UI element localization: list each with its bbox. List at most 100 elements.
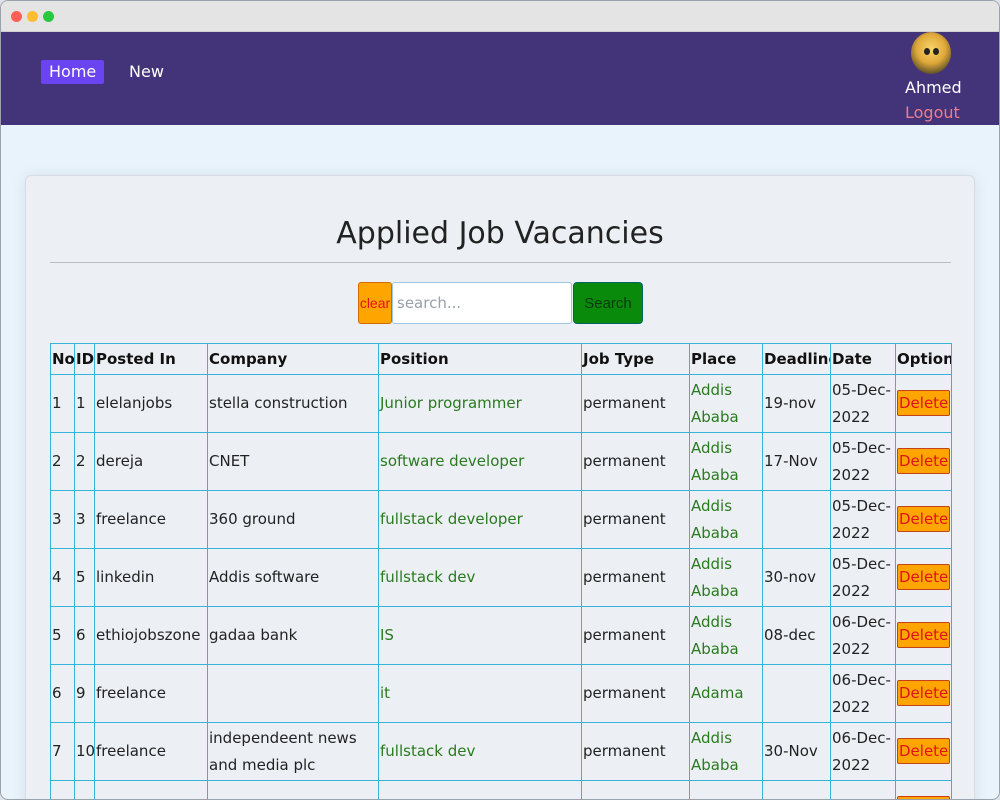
delete-button[interactable]: Delete: [897, 680, 951, 706]
cell-date: 06-Dec-2022: [830, 722, 896, 781]
cell-no: 2: [50, 432, 75, 491]
table-row: 4 5 linkedin Addis software fullstack dev per…: [50, 548, 952, 607]
cell-option: Delete: [895, 548, 952, 607]
cell-id: 2: [74, 432, 95, 491]
cell-company: [207, 664, 379, 723]
page-title: Applied Job Vacancies: [336, 216, 664, 251]
cell-date: 05-Dec-2022: [830, 432, 896, 491]
cell-deadline: 08-dec: [762, 606, 831, 665]
delete-button[interactable]: Delete: [897, 564, 951, 590]
title-divider: [50, 262, 951, 263]
cell-posted-in: elelanjobs: [94, 374, 208, 433]
cell-id: 1: [74, 374, 95, 433]
logout-link[interactable]: Logout: [905, 103, 960, 122]
nav-home-link[interactable]: Home: [41, 60, 105, 84]
cell-no: 6: [50, 664, 75, 723]
jobs-table: No ID Posted In Company Position Job Typ…: [50, 343, 952, 799]
delete-button[interactable]: Delete: [897, 506, 951, 532]
cell-job-type: permanent: [581, 722, 690, 781]
cell-deadline: [762, 490, 831, 549]
table-row: 2 2 dereja CNET software developer permanent A…: [50, 432, 952, 491]
cell-no: 1: [50, 374, 75, 433]
cell-no: 5: [50, 606, 75, 665]
cell-posted-in: dereja: [94, 432, 208, 491]
cell-deadline: [762, 664, 831, 723]
cell-place: Addis: [689, 780, 763, 799]
cell-date: 06-Dec-: [830, 780, 896, 799]
cell-position: [378, 780, 582, 799]
cell-position: fullstack developer: [378, 490, 582, 549]
cell-date: 05-Dec-2022: [830, 548, 896, 607]
column-header: ID: [74, 343, 95, 375]
cell-job-type: permanent: [581, 664, 690, 723]
delete-button[interactable]: Delete: [897, 448, 951, 474]
cell-deadline: 30-nov: [762, 548, 831, 607]
column-header: Option: [895, 343, 952, 375]
cell-position: it: [378, 664, 582, 723]
cell-id: 10: [74, 722, 95, 781]
window-titlebar: [1, 1, 999, 32]
close-window-icon[interactable]: [11, 11, 22, 22]
table-row: 1 1 elelanjobs stella construction Junior pr…: [50, 374, 952, 433]
delete-button[interactable]: Delete: [897, 622, 951, 648]
cell-position: fullstack dev: [378, 722, 582, 781]
cell-job-type: permanent: [581, 432, 690, 491]
cell-deadline: 17-Nov: [762, 432, 831, 491]
cell-id: 6: [74, 606, 95, 665]
applied-jobs-card: Applied Job Vacancies clear Search No ID…: [25, 175, 975, 799]
avatar-eye: [933, 48, 939, 55]
table-row: 5 6 ethiojobszone gadaa bank IS permanent Addi…: [50, 606, 952, 665]
column-header: Job Type: [581, 343, 690, 375]
cell-company: independeent news and media plc: [207, 722, 379, 781]
cell-deadline: 19-nov: [762, 374, 831, 433]
search-input[interactable]: [392, 282, 572, 324]
cell-company: Addis software: [207, 548, 379, 607]
cell-posted-in: freelance: [94, 722, 208, 781]
cell-position: Junior programmer: [378, 374, 582, 433]
delete-button[interactable]: Delete: [897, 738, 951, 764]
column-header: Position: [378, 343, 582, 375]
cell-position: software developer: [378, 432, 582, 491]
search-button[interactable]: Search: [573, 282, 643, 324]
user-name: Ahmed: [905, 78, 962, 97]
avatar-eye: [924, 48, 930, 55]
delete-button[interactable]: Delete: [897, 796, 951, 799]
column-header: Posted In: [94, 343, 208, 375]
cell-id: [74, 780, 95, 799]
cell-no: 7: [50, 722, 75, 781]
cell-date: 06-Dec-2022: [830, 664, 896, 723]
nav-new-link[interactable]: New: [121, 60, 172, 84]
minimize-window-icon[interactable]: [27, 11, 38, 22]
cell-no: 4: [50, 548, 75, 607]
cell-posted-in: linkedin: [94, 548, 208, 607]
column-header: No: [50, 343, 75, 375]
clear-button[interactable]: clear: [358, 282, 392, 324]
cell-option: Delete: [895, 664, 952, 723]
maximize-window-icon[interactable]: [43, 11, 54, 22]
cell-place: Addis Ababa: [689, 374, 763, 433]
table-row: 3 3 freelance 360 ground fullstack developer…: [50, 490, 952, 549]
cell-job-type: permanent: [581, 548, 690, 607]
cell-deadline: 30-Nov: [762, 722, 831, 781]
avatar[interactable]: [911, 32, 951, 74]
cell-option: Delete: [895, 722, 952, 781]
delete-button[interactable]: Delete: [897, 390, 951, 416]
cell-posted-in: freelance: [94, 490, 208, 549]
cell-date: 05-Dec-2022: [830, 490, 896, 549]
cell-job-type: [581, 780, 690, 799]
column-header: Company: [207, 343, 379, 375]
cell-deadline: [762, 780, 831, 799]
cell-no: [50, 780, 75, 799]
cell-job-type: permanent: [581, 606, 690, 665]
browser-window: Home New Ahmed Logout Applied Job Vacanc…: [0, 0, 1000, 800]
cell-company: [207, 780, 379, 799]
cell-place: Addis Ababa: [689, 722, 763, 781]
column-header: Date: [830, 343, 896, 375]
cell-position: IS: [378, 606, 582, 665]
navbar: Home New Ahmed Logout: [1, 32, 999, 125]
table-row: 6 9 freelance it permanent Adama 06-Dec-2022 De…: [50, 664, 952, 723]
table-row: Addis 06-Dec-Delete: [50, 780, 952, 799]
cell-place: Adama: [689, 664, 763, 723]
cell-company: stella construction: [207, 374, 379, 433]
cell-company: CNET: [207, 432, 379, 491]
